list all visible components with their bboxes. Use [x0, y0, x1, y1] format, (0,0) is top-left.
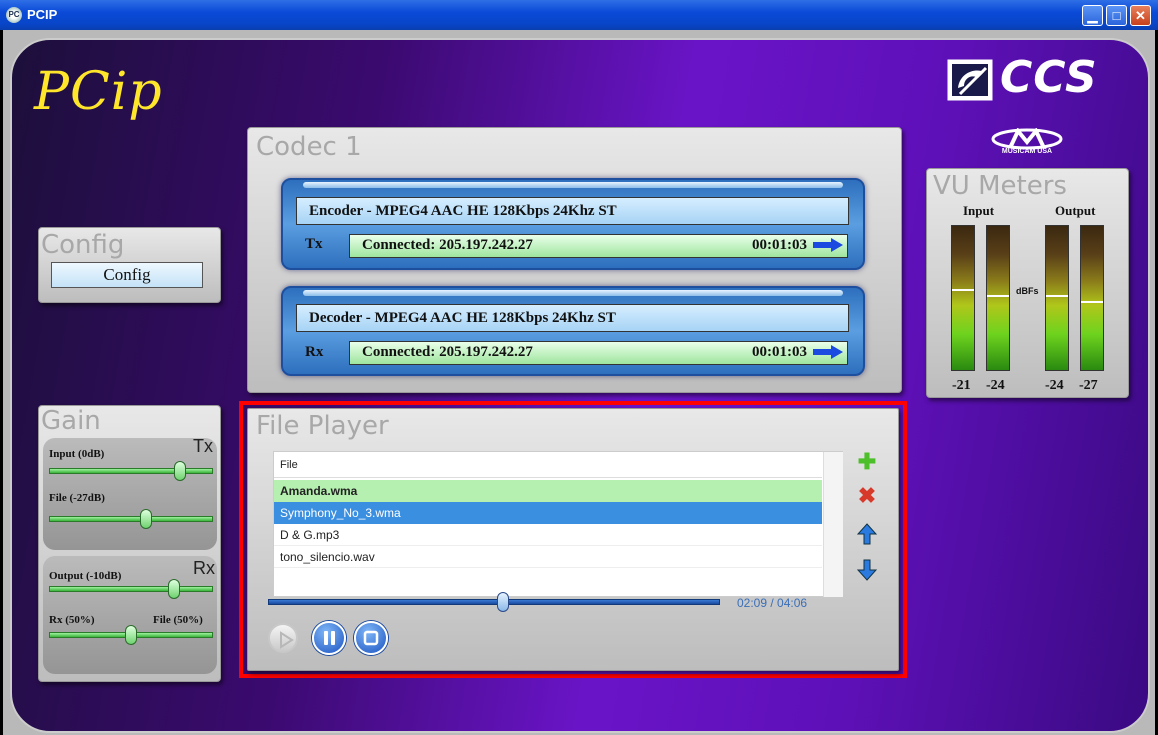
- vu-value-input-left: -21: [952, 378, 971, 393]
- ccs-emblem-icon: [947, 59, 993, 101]
- add-file-icon[interactable]: ✚: [856, 451, 878, 473]
- gain-input-track[interactable]: [49, 468, 213, 474]
- encoder-status-text: Connected: 205.197.242.27: [362, 237, 533, 253]
- title-bar: PC PCIP ▁ □ ✕: [0, 0, 1158, 30]
- musicam-emblem-icon: [991, 127, 1063, 150]
- vu-meters-title: VU Meters: [933, 171, 1067, 201]
- remove-file-icon[interactable]: ✖: [856, 485, 878, 507]
- gain-file-label: File (-27dB): [49, 492, 105, 504]
- ccs-logo: CCS: [946, 52, 1112, 106]
- encoder-highlight: [303, 182, 843, 188]
- encoder-direction-label: Tx: [305, 236, 323, 252]
- gain-file-knob[interactable]: [140, 509, 152, 529]
- encoder-time: 00:01:03: [752, 237, 807, 253]
- gain-title: Gain: [41, 406, 101, 436]
- encoder-header: Encoder - MPEG4 AAC HE 128Kbps 24Khz ST: [296, 197, 849, 225]
- gain-rx-tag: Rx: [193, 558, 215, 578]
- list-item[interactable]: tono_silencio.wav: [274, 546, 822, 568]
- file-list-scrollbar[interactable]: [823, 452, 843, 597]
- config-button[interactable]: Config: [51, 262, 203, 288]
- close-button[interactable]: ✕: [1130, 5, 1151, 26]
- gain-panel: Gain Input (0dB) Tx File (-27dB) Output …: [38, 405, 221, 682]
- list-item[interactable]: Amanda.wma: [274, 480, 822, 502]
- stop-icon: [363, 630, 379, 646]
- vu-value-output-right: -27: [1079, 378, 1098, 393]
- vu-bar-output-left: [1045, 225, 1069, 371]
- maximize-button[interactable]: □: [1106, 5, 1127, 26]
- window-title: PCIP: [27, 7, 58, 22]
- decoder-status-text: Connected: 205.197.242.27: [362, 344, 533, 360]
- config-title: Config: [41, 230, 125, 260]
- gain-tx-tag: Tx: [193, 436, 213, 456]
- encoder-status: Connected: 205.197.242.27 00:01:03: [349, 234, 848, 258]
- gain-file-track[interactable]: [49, 516, 213, 522]
- musicam-logo: MUSICAM USA: [984, 127, 1070, 158]
- stop-button[interactable]: [354, 621, 388, 655]
- file-list[interactable]: File Amanda.wma Symphony_No_3.wma D & G.…: [273, 451, 843, 597]
- gain-output-label: Output (-10dB): [49, 570, 122, 582]
- ccs-logo-text: CCS: [1000, 52, 1098, 103]
- decoder-status: Connected: 205.197.242.27 00:01:03: [349, 341, 848, 365]
- playback-time: 02:09 / 04:06: [737, 596, 808, 610]
- gain-rx-mix-label: Rx (50%): [49, 614, 95, 626]
- gain-mix-knob[interactable]: [125, 625, 137, 645]
- move-down-icon[interactable]: [856, 559, 878, 581]
- decoder-header: Decoder - MPEG4 AAC HE 128Kbps 24Khz ST: [296, 304, 849, 332]
- app-icon: PC: [6, 7, 22, 23]
- musicam-text: MUSICAM USA: [1001, 148, 1053, 155]
- seek-track[interactable]: [268, 599, 720, 605]
- list-item[interactable]: Symphony_No_3.wma: [274, 502, 822, 524]
- pause-icon: [324, 631, 335, 645]
- codec-title: Codec 1: [256, 132, 362, 162]
- list-item[interactable]: D & G.mp3: [274, 524, 822, 546]
- file-player-title: File Player: [256, 411, 389, 441]
- vu-value-input-right: -24: [986, 378, 1005, 393]
- vu-bar-input-right: [986, 225, 1010, 371]
- arrow-right-icon: [813, 238, 843, 252]
- gain-tx-group: Input (0dB) Tx File (-27dB): [43, 436, 217, 550]
- vu-bar-output-right: [1080, 225, 1104, 371]
- file-player-panel: File Player File Amanda.wma Symphony_No_…: [247, 408, 899, 671]
- gain-file-mix-label: File (50%): [153, 614, 203, 626]
- gain-output-knob[interactable]: [168, 579, 180, 599]
- gain-output-track[interactable]: [49, 586, 213, 592]
- file-column-header[interactable]: File: [274, 452, 822, 478]
- play-icon: [280, 631, 294, 649]
- vu-input-label: Input: [963, 203, 995, 218]
- gain-input-knob[interactable]: [174, 461, 186, 481]
- vu-value-output-left: -24: [1045, 378, 1064, 393]
- vu-unit-label: dBFs: [1016, 286, 1039, 296]
- vu-meters-panel: VU Meters Input Output dBFs -21 -24 -24 …: [926, 168, 1129, 398]
- decoder-direction-label: Rx: [305, 344, 324, 360]
- seek-knob[interactable]: [497, 592, 509, 612]
- gain-input-label: Input (0dB): [49, 448, 105, 460]
- play-button[interactable]: [268, 623, 298, 653]
- decoder-time: 00:01:03: [752, 344, 807, 360]
- move-up-icon[interactable]: [856, 523, 878, 545]
- minimize-button[interactable]: ▁: [1082, 5, 1103, 26]
- app-logo: PCip: [34, 62, 163, 122]
- vu-output-label: Output: [1055, 203, 1096, 218]
- vu-bar-input-left: [951, 225, 975, 371]
- pause-button[interactable]: [312, 621, 346, 655]
- arrow-right-icon: [813, 345, 843, 359]
- decoder-highlight: [303, 290, 843, 296]
- gain-rx-group: Output (-10dB) Rx Rx (50%) File (50%): [43, 556, 217, 674]
